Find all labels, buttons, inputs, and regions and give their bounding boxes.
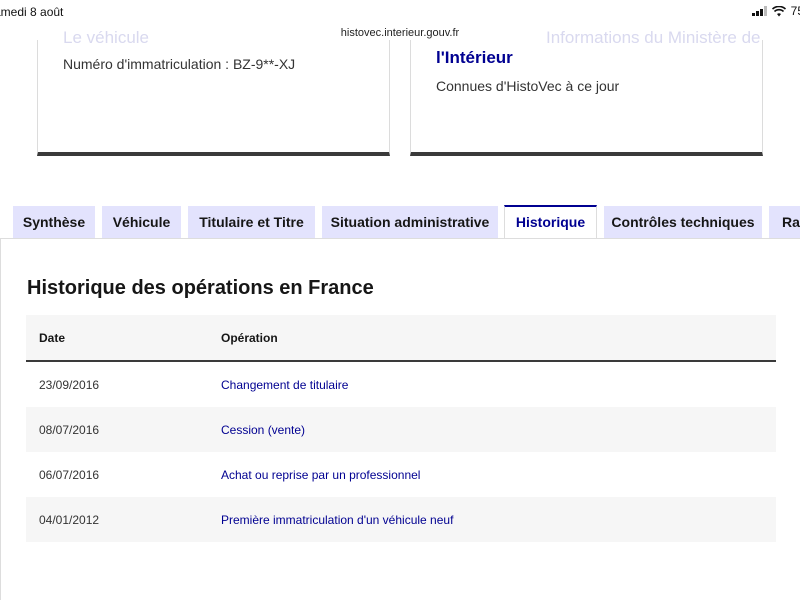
row-operation: Changement de titulaire [221, 377, 349, 392]
battery-level: 75 [790, 4, 800, 18]
tab-bar: Synthèse Véhicule Titulaire et Titre Sit… [0, 205, 800, 239]
table-row: 04/01/2012 Première immatriculation d'un… [26, 497, 776, 542]
tab-titulaire-et-titre[interactable]: Titulaire et Titre [188, 206, 315, 238]
cellular-signal-icon [751, 6, 767, 16]
status-date: amedi 8 août [0, 5, 64, 19]
tab-controles-techniques[interactable]: Contrôles techniques [604, 206, 762, 238]
operations-table: Date Opération 23/09/2016 Changement de … [26, 315, 776, 542]
table-header-row: Date Opération [26, 315, 776, 362]
row-date: 08/07/2016 [26, 407, 221, 452]
ministry-card: Informations du Ministère de l'Intérieur… [410, 28, 763, 156]
tab-vehicule[interactable]: Véhicule [102, 206, 181, 238]
wifi-icon [771, 5, 786, 16]
tab-rapport[interactable]: Rap [769, 206, 800, 238]
registration-number: Numéro d'immatriculation : BZ-9**-XJ [63, 56, 296, 72]
historique-panel: Historique des opérations en France Date… [0, 238, 800, 600]
address-url[interactable]: histovec.interieur.gouv.fr [0, 27, 800, 39]
column-header-date: Date [26, 315, 221, 362]
tab-historique[interactable]: Historique [504, 205, 597, 238]
status-indicators: 75 [751, 4, 800, 18]
status-bar: amedi 8 août histovec.interieur.gouv.fr … [0, 0, 800, 39]
section-title: Historique des opérations en France [27, 277, 374, 299]
ministry-card-subtitle: Connues d'HistoVec à ce jour [436, 78, 620, 94]
ministry-card-title: l'Intérieur [436, 48, 513, 67]
tab-synthese[interactable]: Synthèse [13, 206, 95, 238]
row-date: 04/01/2012 [26, 497, 221, 542]
row-date: 06/07/2016 [39, 467, 100, 482]
vehicle-card: Le véhicule Numéro d'immatriculation : B… [37, 28, 390, 156]
tab-situation-administrative[interactable]: Situation administrative [322, 206, 498, 238]
table-row: 08/07/2016 Cession (vente) [26, 407, 776, 452]
table-row: 23/09/2016 Changement de titulaire [26, 361, 776, 407]
table-row: 06/07/2016 Achat ou reprise par un profe… [26, 452, 776, 497]
row-operation: Achat ou reprise par un professionnel [221, 467, 421, 482]
row-operation: Première immatriculation d'un véhicule n… [221, 497, 776, 542]
row-operation: Cession (vente) [221, 407, 776, 452]
column-header-operation: Opération [221, 315, 776, 362]
row-date: 23/09/2016 [39, 377, 100, 392]
